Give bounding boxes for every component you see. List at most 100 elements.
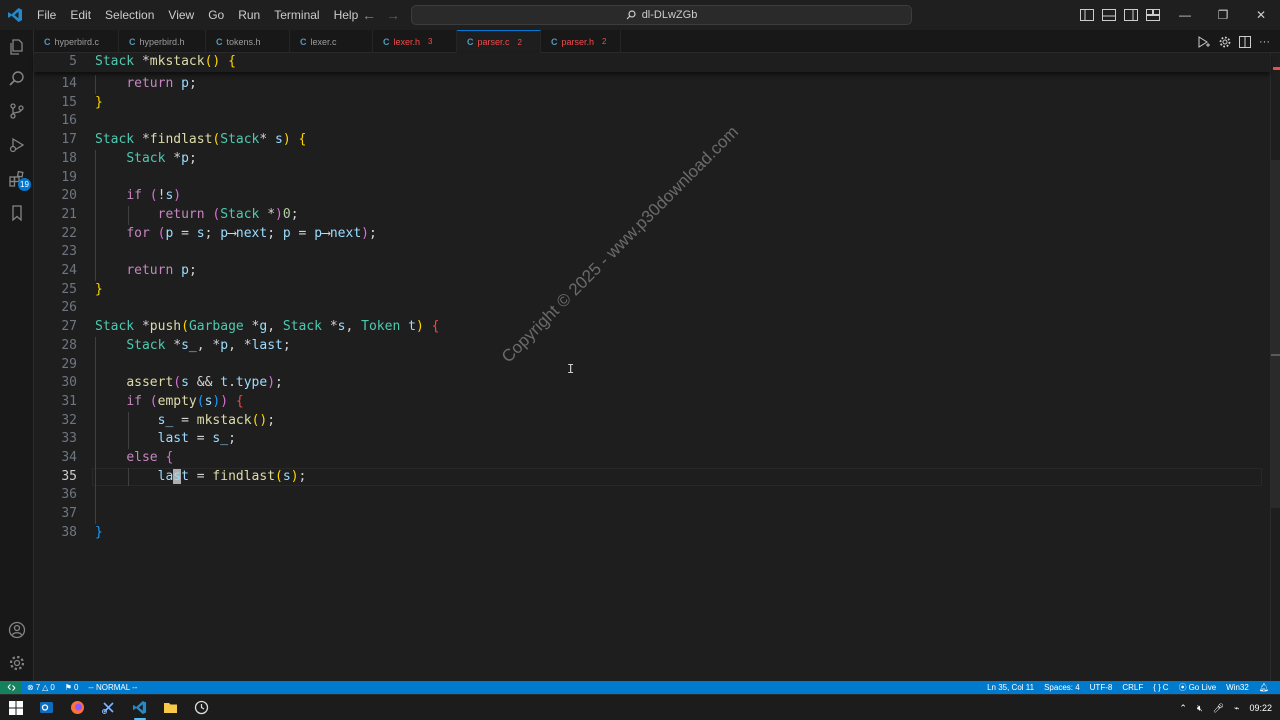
tab-lexer-h[interactable]: Clexer.h 3: [373, 30, 457, 53]
code-line[interactable]: 26: [34, 299, 1270, 317]
code-line[interactable]: 38}: [34, 524, 1270, 542]
code-line[interactable]: 28 Stack *s_, *p, *last;: [34, 337, 1270, 355]
notifications-bell-icon[interactable]: 🔔︎: [1254, 683, 1274, 692]
run-debug-icon[interactable]: [0, 130, 34, 160]
code-token: *: [259, 206, 276, 222]
forward-arrow-icon[interactable]: →: [386, 7, 400, 23]
explorer-icon[interactable]: [0, 32, 34, 62]
code-line[interactable]: 33 last = s_;: [34, 430, 1270, 448]
language-mode[interactable]: { } C: [1148, 683, 1173, 692]
account-icon[interactable]: [0, 615, 34, 645]
volume-muted-icon[interactable]: 🔇︎: [1197, 703, 1203, 714]
firefox-icon[interactable]: [62, 695, 93, 720]
toggle-secondary-sidebar-icon[interactable]: [1124, 9, 1138, 21]
menu-go[interactable]: Go: [201, 0, 231, 30]
code-line[interactable]: 27 Stack *push(Garbage *g, Stack *s, Toke…: [34, 318, 1270, 336]
back-arrow-icon[interactable]: ←: [362, 7, 376, 23]
code-line[interactable]: 23: [34, 243, 1270, 261]
menu-edit[interactable]: Edit: [63, 0, 98, 30]
code-line[interactable]: 32 s_ = mkstack();: [34, 412, 1270, 430]
code-line[interactable]: 30 assert(s && t.type);: [34, 374, 1270, 392]
file-encoding[interactable]: UTF-8: [1085, 683, 1118, 692]
line-ending[interactable]: CRLF: [1117, 683, 1148, 692]
code-token: ): [282, 132, 291, 148]
settings-gear-icon[interactable]: [0, 648, 34, 678]
ports-indicator[interactable]: ⚑ 0: [60, 683, 84, 692]
tab-parser-h[interactable]: Cparser.h 2: [541, 30, 621, 53]
settings-gear-icon[interactable]: [1219, 36, 1231, 48]
app-clock-icon[interactable]: [186, 695, 217, 720]
file-explorer-icon[interactable]: [155, 695, 186, 720]
source-control-icon[interactable]: [0, 96, 34, 126]
search-icon[interactable]: [0, 64, 34, 94]
cursor-position[interactable]: Ln 35, Col 11: [982, 683, 1039, 692]
platform[interactable]: Win32: [1221, 683, 1254, 692]
code-editor[interactable]: 5 Stack *mkstack() { 14 return p; 15} 16 17 S…: [34, 53, 1270, 681]
vertical-scrollbar[interactable]: [1270, 53, 1280, 681]
outlook-icon[interactable]: [31, 695, 62, 720]
restore-icon[interactable]: ❐: [1204, 0, 1242, 30]
code-line[interactable]: 29: [34, 356, 1270, 374]
problems-indicator[interactable]: ⊗ 7 △ 0: [22, 683, 60, 692]
code-token: s: [282, 468, 291, 484]
toggle-primary-sidebar-icon[interactable]: [1080, 9, 1094, 21]
code-token: Stack: [126, 337, 166, 353]
code-line[interactable]: 17 Stack *findlast(Stack* s) {: [34, 131, 1270, 149]
more-actions-icon[interactable]: ···: [1259, 36, 1270, 48]
code-token: ;: [188, 76, 197, 91]
code-line[interactable]: 14 return p;: [34, 75, 1270, 93]
tab-lexer-c[interactable]: Clexer.c: [290, 30, 373, 53]
code-line[interactable]: 18 Stack *p;: [34, 150, 1270, 168]
code-line[interactable]: 25}: [34, 281, 1270, 299]
toggle-panel-icon[interactable]: [1102, 9, 1116, 21]
code-line[interactable]: 24 return p;: [34, 262, 1270, 280]
snipping-tool-icon[interactable]: [93, 695, 124, 720]
split-editor-icon[interactable]: [1239, 35, 1251, 48]
code-line[interactable]: 22 for (p = s; p⟶next; p = p⟶next);: [34, 225, 1270, 243]
code-line[interactable]: 36: [34, 486, 1270, 504]
code-line[interactable]: 15}: [34, 94, 1270, 112]
code-line[interactable]: 34 else {: [34, 449, 1270, 467]
search-icon: [626, 10, 636, 20]
code-line[interactable]: 35 last = findlast(s);: [34, 467, 1270, 486]
close-icon[interactable]: ✕: [1242, 0, 1280, 30]
code-line[interactable]: 37: [34, 505, 1270, 523]
sticky-scroll-header[interactable]: 5 Stack *mkstack() {: [34, 53, 1270, 72]
code-line[interactable]: 19: [34, 169, 1270, 187]
menu-help[interactable]: Help: [327, 0, 366, 30]
code-line[interactable]: 31 if (empty(s)) {: [34, 393, 1270, 411]
menu-run[interactable]: Run: [231, 0, 267, 30]
tab-hyperbird-h[interactable]: Chyperbird.h: [119, 30, 206, 53]
indentation[interactable]: Spaces: 4: [1039, 683, 1085, 692]
tab-parser-c[interactable]: Cparser.c 2: [457, 30, 541, 53]
code-token: ): [361, 225, 369, 241]
extensions-icon[interactable]: 19: [0, 164, 34, 194]
customize-layout-icon[interactable]: [1146, 9, 1160, 21]
scrollbar-thumb[interactable]: [1271, 160, 1280, 508]
network-icon[interactable]: ⌁: [1234, 703, 1239, 714]
indent-guide: [128, 411, 129, 449]
line-number: 31: [61, 393, 77, 409]
remote-indicator-icon[interactable]: [0, 681, 22, 694]
line-number: 15: [61, 94, 77, 110]
command-center-search[interactable]: dl-DLwZGb: [411, 5, 912, 25]
tab-hyperbird-c[interactable]: Chyperbird.c: [34, 30, 119, 53]
bookmark-icon[interactable]: [0, 198, 34, 228]
menu-terminal[interactable]: Terminal: [267, 0, 326, 30]
clock-time[interactable]: 09:22: [1249, 703, 1272, 713]
microphone-icon[interactable]: 🎤︎: [1213, 703, 1224, 714]
vscode-taskbar-icon[interactable]: [124, 695, 155, 720]
menu-selection[interactable]: Selection: [98, 0, 161, 30]
menu-file[interactable]: File: [30, 0, 63, 30]
windows-start-icon[interactable]: [0, 695, 31, 720]
go-live-button[interactable]: ⦿ Go Live: [1174, 682, 1222, 693]
menu-view[interactable]: View: [161, 0, 201, 30]
tab-tokens-h[interactable]: Ctokens.h: [206, 30, 290, 53]
code-text: }: [95, 94, 103, 112]
chevron-up-icon[interactable]: ⌃: [1179, 703, 1187, 714]
code-line[interactable]: 16: [34, 112, 1270, 130]
minimize-icon[interactable]: —: [1166, 0, 1204, 30]
run-code-icon[interactable]: [1197, 35, 1211, 48]
